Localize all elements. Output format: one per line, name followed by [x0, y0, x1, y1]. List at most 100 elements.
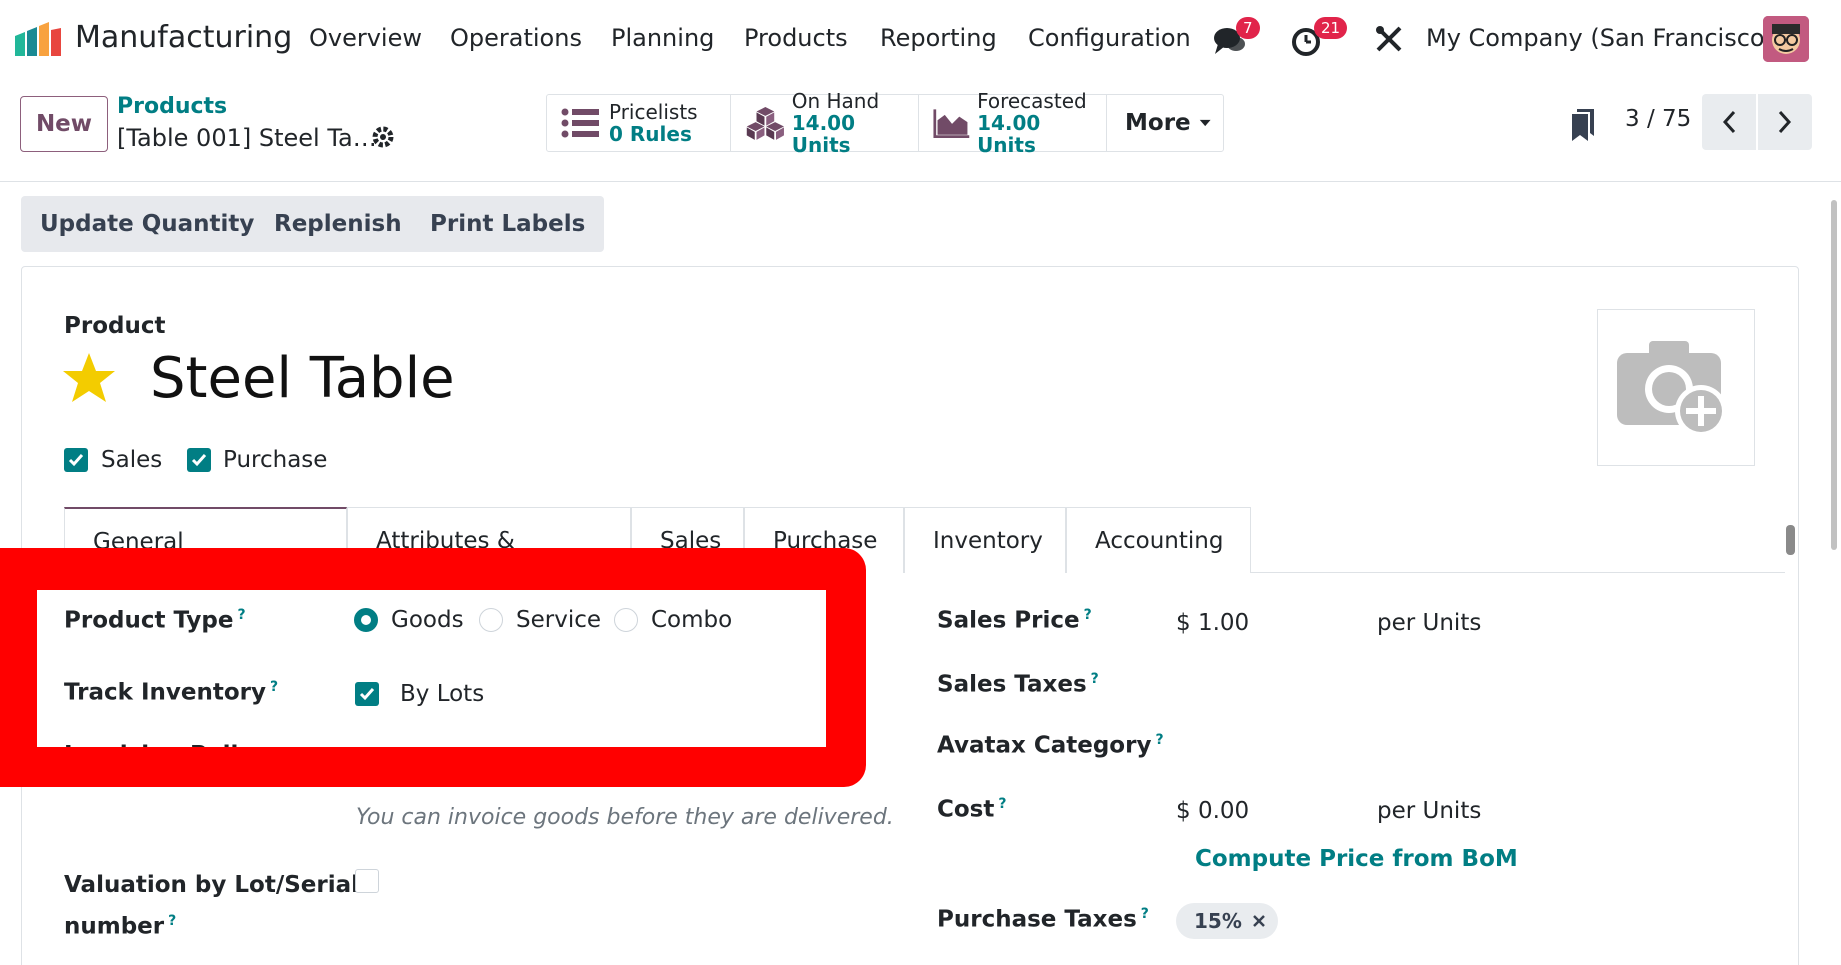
- help-tooltip-icon[interactable]: ?: [168, 913, 176, 929]
- chevron-left-icon: [1722, 110, 1736, 134]
- cost-uom: per Units: [1377, 798, 1482, 824]
- menu-overview[interactable]: Overview: [309, 24, 422, 52]
- cost-label: Cost?: [937, 796, 1007, 823]
- track-inventory-checkbox[interactable]: [355, 682, 379, 706]
- valuation-lot-serial-label: Valuation by Lot/Serial number?: [64, 872, 360, 940]
- company-switcher[interactable]: My Company (San Francisco): [1426, 24, 1774, 52]
- purchase-checkbox-label: Purchase: [223, 447, 328, 473]
- purchase-tax-tag-label: 15%: [1194, 909, 1242, 933]
- top-navbar: Manufacturing Overview Operations Planni…: [0, 0, 1841, 80]
- product-name[interactable]: Steel Table: [150, 346, 455, 411]
- product-type-combo-radio[interactable]: [614, 608, 638, 632]
- page-scrollbar[interactable]: [1831, 200, 1837, 550]
- cubes-icon: [746, 107, 784, 140]
- more-dropdown[interactable]: More: [1107, 95, 1223, 151]
- sales-checkbox-label: Sales: [101, 447, 163, 473]
- product-type-goods-label: Goods: [391, 607, 464, 633]
- breadcrumb-products[interactable]: Products: [117, 94, 227, 119]
- breadcrumb-record: [Table 001] Steel Ta…: [117, 124, 377, 152]
- control-panel: New Products [Table 001] Steel Ta… Price…: [0, 80, 1841, 182]
- purchase-tax-tag: 15%: [1176, 903, 1278, 939]
- track-inventory-select[interactable]: By Lots: [400, 681, 484, 707]
- on-hand-label: On Hand: [791, 89, 880, 113]
- forecasted-value: 14.00 Units: [977, 111, 1041, 157]
- menu-products[interactable]: Products: [744, 24, 848, 52]
- sales-checkbox[interactable]: [64, 448, 88, 472]
- product-type-combo-label: Combo: [651, 607, 733, 633]
- help-tooltip-icon[interactable]: ?: [1084, 607, 1092, 623]
- product-label: Product: [64, 313, 166, 339]
- check-icon: [191, 454, 207, 467]
- compute-price-from-bom-button[interactable]: Compute Price from BoM: [1195, 846, 1518, 872]
- cost-input[interactable]: $ 0.00: [1176, 798, 1249, 824]
- tab-general-information[interactable]: General Information: [64, 507, 347, 581]
- form-tabs: General Information Attributes & Variant…: [64, 507, 1785, 581]
- user-avatar[interactable]: [1763, 16, 1809, 62]
- track-inventory-label: Track Inventory?: [64, 679, 279, 706]
- sales-taxes-label: Sales Taxes?: [937, 671, 1099, 698]
- invoicing-policy-label: Invoicing Policy: [64, 742, 268, 768]
- messages-badge: 7: [1236, 17, 1260, 39]
- sales-price-label: Sales Price?: [937, 607, 1092, 634]
- pager-next-button[interactable]: [1758, 94, 1812, 150]
- tab-attributes-variants[interactable]: Attributes & Variants: [347, 507, 631, 580]
- camera-add-icon: [1617, 340, 1727, 437]
- chevron-right-icon: [1778, 110, 1792, 134]
- pricelists-label: Pricelists: [609, 100, 698, 124]
- bookmark-icon[interactable]: [1570, 108, 1596, 142]
- menu-operations[interactable]: Operations: [450, 24, 582, 52]
- sales-price-uom: per Units: [1377, 610, 1482, 636]
- list-icon: [561, 108, 599, 138]
- area-chart-icon: [933, 109, 970, 138]
- update-quantity-button[interactable]: Update Quantity: [21, 196, 274, 252]
- purchase-taxes-label: Purchase Taxes?: [937, 906, 1149, 933]
- help-tooltip-icon[interactable]: ?: [238, 607, 246, 623]
- product-type-goods-radio[interactable]: [354, 608, 378, 632]
- product-type-service-radio[interactable]: [479, 608, 503, 632]
- manufacturing-app-icon[interactable]: [15, 22, 61, 56]
- pricelists-smart-button[interactable]: Pricelists 0 Rules: [547, 95, 731, 151]
- smart-buttons: Pricelists 0 Rules On Hand 14.00 Units For…: [546, 90, 1224, 156]
- invoicing-hint: You can invoice goods before they are de…: [356, 805, 894, 830]
- help-tooltip-icon[interactable]: ?: [1155, 732, 1163, 748]
- gear-icon[interactable]: [371, 125, 395, 149]
- menu-planning[interactable]: Planning: [611, 24, 714, 52]
- print-labels-button[interactable]: Print Labels: [411, 196, 605, 252]
- product-type-service-label: Service: [516, 607, 602, 633]
- tabs-scrollbar[interactable]: [1786, 525, 1795, 555]
- tools-icon[interactable]: [1374, 24, 1404, 54]
- app-name[interactable]: Manufacturing: [75, 20, 292, 55]
- help-tooltip-icon[interactable]: ?: [1091, 671, 1099, 687]
- on-hand-smart-button[interactable]: On Hand 14.00 Units: [731, 90, 919, 156]
- on-hand-value: 14.00 Units: [791, 111, 855, 157]
- help-tooltip-icon[interactable]: ?: [270, 679, 278, 695]
- pricelists-count: 0 Rules: [609, 122, 692, 146]
- replenish-button[interactable]: Replenish: [255, 196, 421, 252]
- product-image-upload[interactable]: [1597, 309, 1755, 466]
- more-label: More: [1125, 110, 1191, 136]
- avatax-category-label: Avatax Category?: [937, 732, 1164, 759]
- forecasted-label: Forecasted: [977, 89, 1087, 113]
- favorite-star-icon[interactable]: [62, 352, 116, 404]
- menu-configuration[interactable]: Configuration: [1028, 24, 1191, 52]
- pager-value[interactable]: 3 / 75: [1625, 106, 1691, 132]
- tab-inventory[interactable]: Inventory: [904, 507, 1066, 573]
- purchase-checkbox[interactable]: [187, 448, 211, 472]
- product-type-label: Product Type?: [64, 607, 246, 634]
- tab-accounting[interactable]: Accounting: [1066, 507, 1251, 573]
- pager-previous-button[interactable]: [1702, 94, 1756, 150]
- check-icon: [359, 688, 375, 701]
- sales-price-input[interactable]: $ 1.00: [1176, 610, 1249, 636]
- new-button[interactable]: New: [20, 96, 108, 152]
- activities-badge: 21: [1314, 17, 1348, 39]
- menu-reporting[interactable]: Reporting: [880, 24, 997, 52]
- valuation-lot-serial-checkbox[interactable]: [355, 869, 379, 893]
- check-icon: [68, 454, 84, 467]
- tab-purchase[interactable]: Purchase: [744, 507, 904, 573]
- forecasted-smart-button[interactable]: Forecasted 14.00 Units: [919, 90, 1107, 156]
- close-icon[interactable]: [1252, 914, 1266, 928]
- tab-sales[interactable]: Sales: [631, 507, 744, 573]
- help-tooltip-icon[interactable]: ?: [998, 796, 1006, 812]
- help-tooltip-icon[interactable]: ?: [1141, 906, 1149, 922]
- caret-down-icon: [1199, 119, 1211, 127]
